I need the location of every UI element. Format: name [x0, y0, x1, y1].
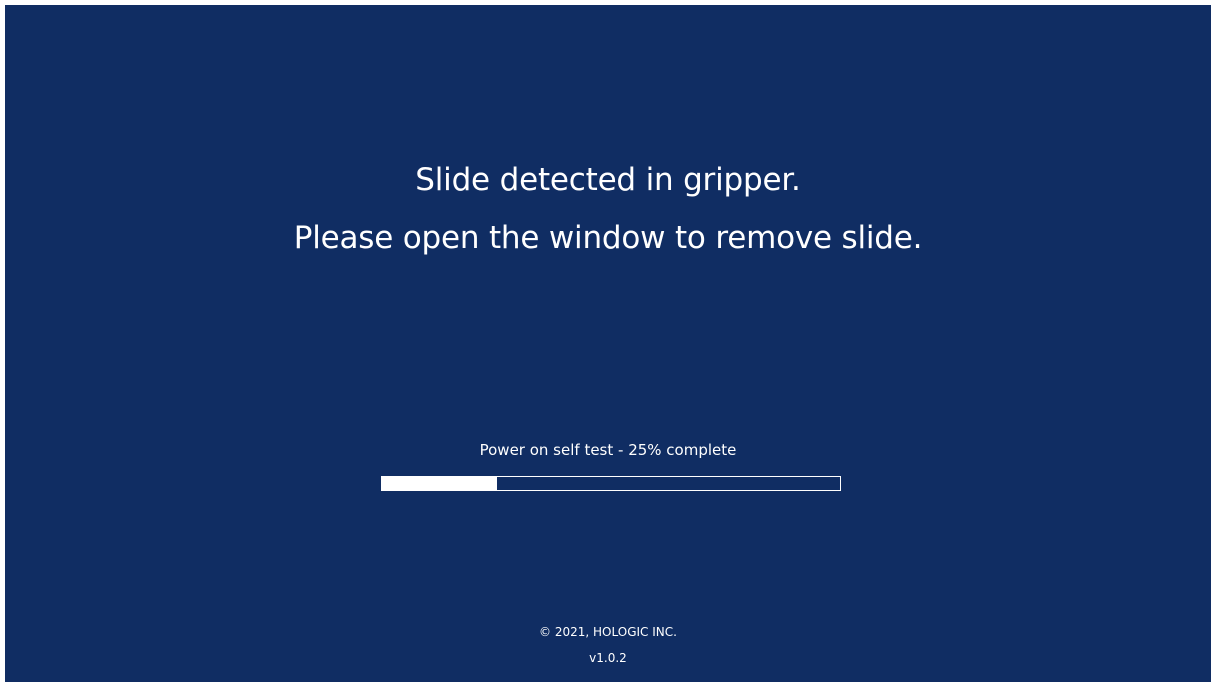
status-message-line-2: Please open the window to remove slide.: [293, 220, 923, 256]
self-test-screen: Slide detected in gripper. Please open t…: [5, 5, 1211, 682]
status-message-line-1: Slide detected in gripper.: [415, 162, 801, 198]
version-text: v1.0.2: [589, 651, 627, 665]
progress-bar-fill: [382, 477, 497, 490]
progress-bar: [381, 476, 841, 491]
copyright-text: © 2021, HOLOGIC INC.: [539, 625, 677, 639]
progress-label: Power on self test - 25% complete: [479, 441, 737, 459]
